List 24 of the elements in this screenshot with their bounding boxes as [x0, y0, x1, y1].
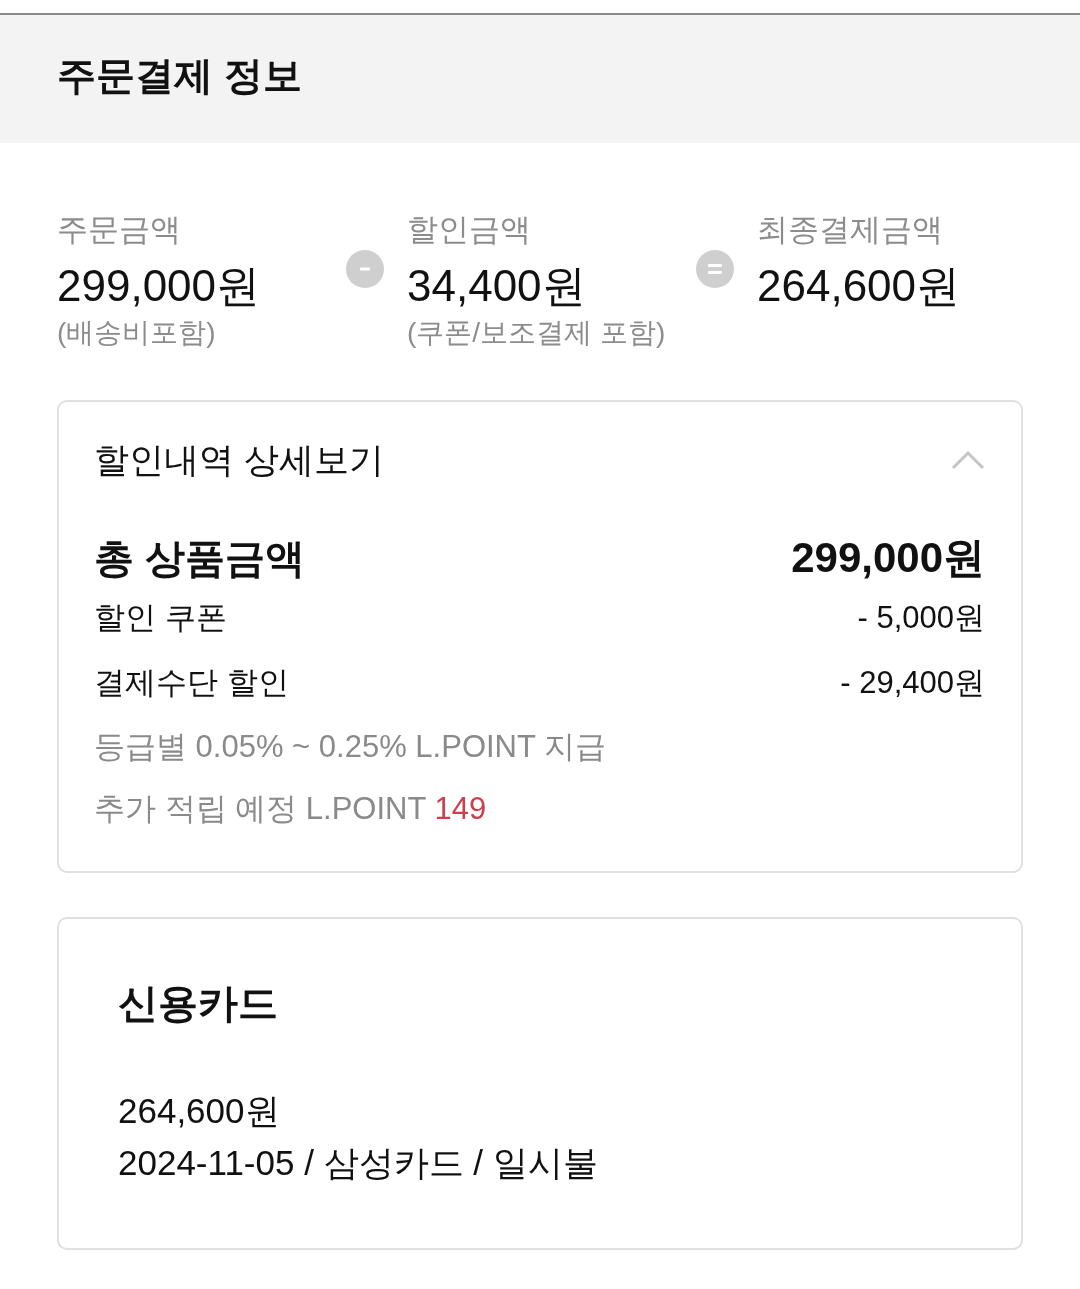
chevron-up-icon[interactable]	[951, 450, 985, 470]
point-note: 추가 적립 예정 L.POINT 149	[94, 790, 488, 828]
discount-amount: - 5,000원	[857, 599, 985, 637]
amount-value: 299,000원	[57, 261, 262, 311]
discount-label: 할인 쿠폰	[94, 599, 227, 637]
amount-note: (배송비포함)	[57, 316, 217, 350]
payment-amount: 264,600원	[118, 1090, 281, 1132]
payment-detail: 2024-11-05 / 삼성카드 / 일시불	[118, 1142, 599, 1184]
amount-label: 최종결제금액	[757, 211, 944, 249]
amount-value: 264,600원	[757, 261, 961, 311]
amount-value: 34,400원	[407, 261, 587, 311]
payment-method: 신용카드	[118, 980, 279, 1027]
amount-label: 주문금액	[57, 211, 182, 249]
discount-detail-toggle[interactable]: 할인내역 상세보기	[94, 438, 384, 482]
point-note: 등급별 0.05% ~ 0.25% L.POINT 지급	[94, 728, 607, 766]
total-amount: 299,000원	[791, 533, 985, 583]
amount-label: 할인금액	[407, 211, 532, 249]
discount-label: 결제수단 할인	[94, 664, 289, 702]
total-label: 총 상품금액	[94, 535, 306, 582]
equals-icon	[696, 250, 734, 288]
page-title: 주문결제 정보	[57, 52, 302, 99]
amount-note: (쿠폰/보조결제 포함)	[407, 316, 667, 350]
discount-amount: - 29,400원	[840, 664, 985, 702]
minus-icon	[346, 250, 384, 288]
